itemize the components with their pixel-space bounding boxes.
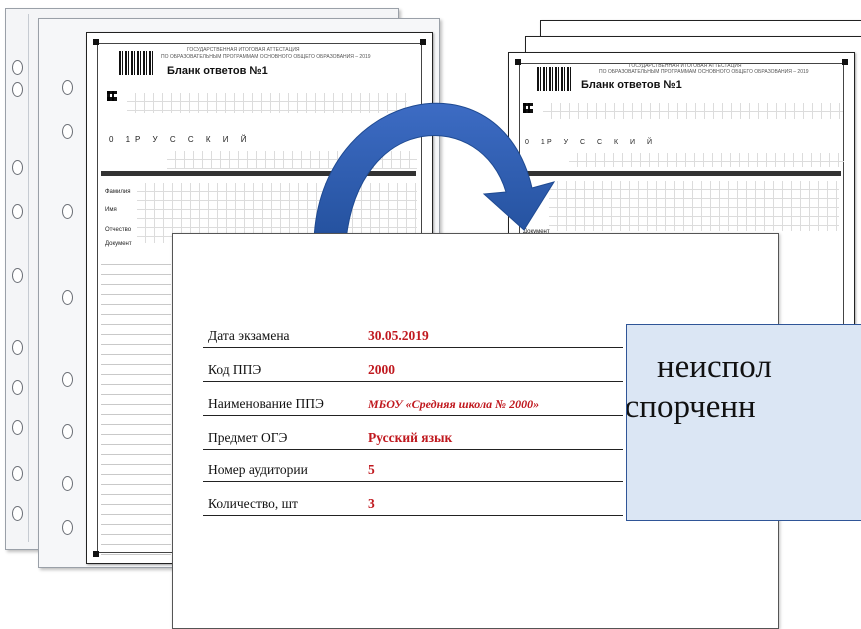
punch-hole-icon xyxy=(12,160,23,175)
punch-hole-icon xyxy=(12,340,23,355)
room-number-label: Номер аудитории xyxy=(208,462,308,477)
punch-hole-icon xyxy=(62,476,73,491)
punch-hole-icon xyxy=(12,82,23,97)
field-name: Имя xyxy=(105,207,117,213)
form-subheader: ПО ОБРАЗОВАТЕЛЬНЫМ ПРОГРАММАМ ОСНОВНОГО … xyxy=(599,69,809,75)
subject-label: Предмет ОГЭ xyxy=(208,430,288,445)
ppe-name-label: Наименование ППЭ xyxy=(208,396,324,411)
exam-date-label: Дата экзамена xyxy=(208,328,290,343)
exam-date-value: 30.05.2019 xyxy=(368,328,429,343)
subject-value: Русский язык xyxy=(368,430,453,445)
row-divider xyxy=(203,481,623,482)
quantity-value: 3 xyxy=(368,496,375,511)
punch-hole-icon xyxy=(62,290,73,305)
punch-hole-icon xyxy=(12,506,23,521)
field-patronymic: Отчество xyxy=(105,227,132,233)
field-document: Документ xyxy=(105,241,132,247)
room-number-value: 5 xyxy=(368,462,375,477)
callout-line-2: испорченн xyxy=(626,389,756,425)
field-surname: Фамилия xyxy=(105,189,131,195)
form-title: Бланк ответов №1 xyxy=(581,79,682,91)
row-divider xyxy=(203,381,623,382)
subject-name: Р У С С К И Й xyxy=(135,135,252,144)
punch-hole-icon xyxy=(62,80,73,95)
ppe-code-label: Код ППЭ xyxy=(208,362,262,377)
punch-hole-icon xyxy=(12,204,23,219)
callout-box: неиспол испорченн xyxy=(626,324,861,521)
qr-code-icon xyxy=(107,91,117,101)
form-title: Бланк ответов №1 xyxy=(167,65,268,77)
punch-hole-icon xyxy=(12,60,23,75)
punch-hole-icon xyxy=(62,424,73,439)
row-divider xyxy=(203,449,623,450)
punch-hole-icon xyxy=(62,372,73,387)
quantity-label: Количество, шт xyxy=(208,496,298,511)
punch-hole-icon xyxy=(12,466,23,481)
form-header: ГОСУДАРСТВЕННАЯ ИТОГОВАЯ АТТЕСТАЦИЯ xyxy=(187,47,300,53)
row-divider xyxy=(203,415,623,416)
callout-line-1: неиспол xyxy=(657,349,772,385)
form-subheader: ПО ОБРАЗОВАТЕЛЬНЫМ ПРОГРАММАМ ОСНОВНОГО … xyxy=(161,54,371,60)
ppe-code-value: 2000 xyxy=(368,362,395,377)
punch-hole-icon xyxy=(62,204,73,219)
punch-hole-icon xyxy=(62,520,73,535)
punch-hole-icon xyxy=(62,124,73,139)
subject-code: 0 1 xyxy=(109,135,136,144)
ppe-name-value: МБОУ «Средняя школа № 2000» xyxy=(368,397,540,411)
row-divider xyxy=(203,515,623,516)
punch-hole-icon xyxy=(12,380,23,395)
row-divider xyxy=(203,347,623,348)
punch-hole-icon xyxy=(12,420,23,435)
curved-arrow-icon xyxy=(313,102,556,241)
punch-hole-icon xyxy=(12,268,23,283)
